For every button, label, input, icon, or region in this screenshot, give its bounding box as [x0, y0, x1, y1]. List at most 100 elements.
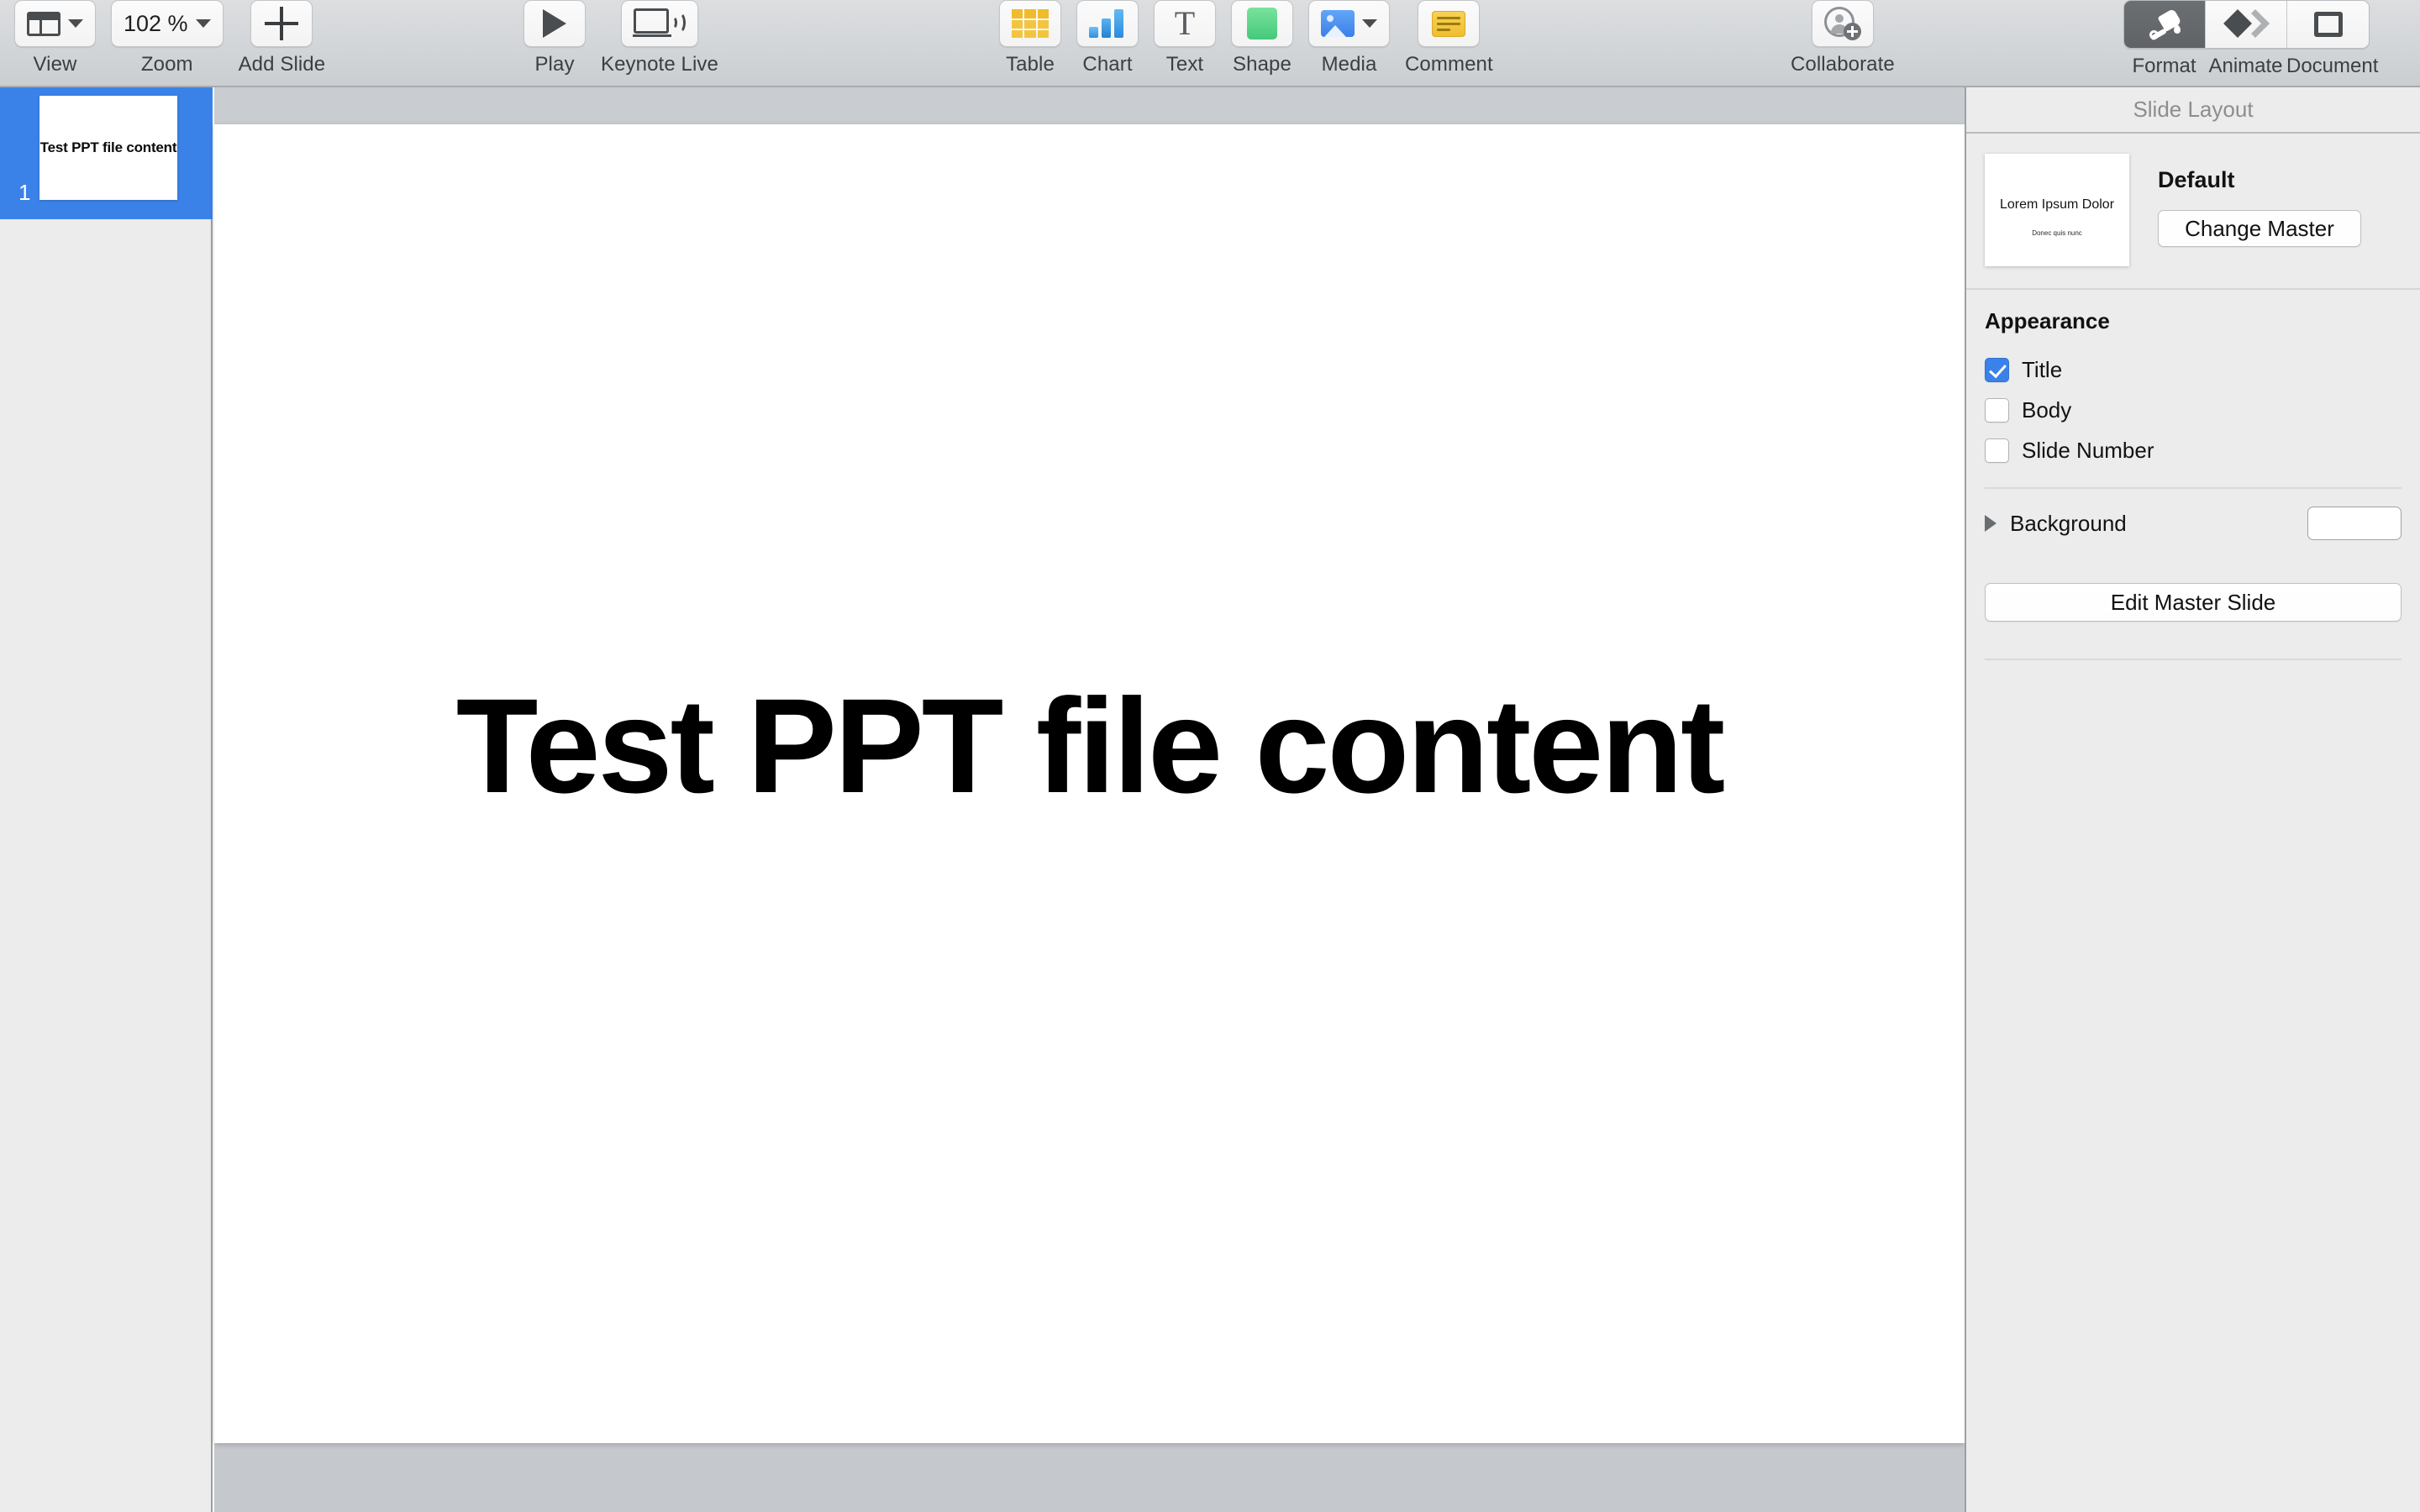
slide-master-block: Lorem Ipsum Dolor Donec quis nunc Defaul… [1966, 134, 2420, 290]
appearance-heading: Appearance [1985, 308, 2110, 333]
document-button[interactable] [2287, 1, 2369, 48]
collaborate-tool: Collaborate [1791, 0, 1895, 76]
text-label: Text [1165, 53, 1204, 76]
chart-button[interactable] [1076, 0, 1139, 47]
comment-label: Comment [1405, 53, 1493, 76]
edit-master-slide-button[interactable]: Edit Master Slide [1985, 583, 2402, 622]
master-thumbnail-title: Lorem Ipsum Dolor [1999, 197, 2115, 212]
comment-note-icon [1432, 10, 1466, 37]
disclosure-triangle-icon[interactable] [1985, 515, 1996, 532]
keynote-window: View 102 % Zoom Add Slide Play Keynote L… [0, 0, 2420, 1512]
toolbar-play-group: Play Keynote Live [516, 0, 726, 87]
shape-tool: Shape [1231, 0, 1293, 76]
master-name: Default [2158, 167, 2235, 192]
chevron-down-icon [68, 19, 83, 28]
zoom-tool: 102 % Zoom [111, 0, 224, 76]
add-person-icon [1823, 7, 1861, 40]
format-inspector-panel: Slide Layout Lorem Ipsum Dolor Donec qui… [1965, 87, 2420, 1512]
edit-master-wrap: Edit Master Slide [1966, 544, 2420, 622]
slide-thumbnail-text: Test PPT file content [39, 139, 177, 155]
appearance-option-title[interactable]: Title [1985, 349, 2402, 390]
animate-label: Animate [2208, 55, 2283, 77]
table-button[interactable] [999, 0, 1061, 47]
slide-thumbnail[interactable]: Test PPT file content [39, 96, 177, 200]
body-checkbox[interactable] [1985, 397, 2009, 423]
bar-chart-icon [1089, 9, 1126, 38]
plus-icon [265, 7, 299, 40]
collaborate-button[interactable] [1811, 0, 1874, 47]
slide-canvas[interactable]: Test PPT file content [214, 124, 1965, 1443]
paintbrush-icon [2149, 8, 2182, 41]
play-button[interactable] [523, 0, 586, 47]
shape-label: Shape [1233, 53, 1292, 76]
change-master-button[interactable]: Change Master [2158, 210, 2361, 247]
slide-navigator[interactable]: Test PPT file content 1 [0, 87, 213, 1512]
main-toolbar: View 102 % Zoom Add Slide Play Keynote L… [0, 0, 2420, 87]
slide-title-text[interactable]: Test PPT file content [214, 679, 1965, 813]
view-tool: View [14, 0, 96, 76]
comment-tool: Comment [1405, 0, 1493, 76]
document-square-icon [2313, 12, 2343, 37]
master-thumbnail[interactable]: Lorem Ipsum Dolor Donec quis nunc [1985, 154, 2129, 266]
table-icon [1012, 9, 1049, 38]
zoom-button[interactable]: 102 % [111, 0, 224, 47]
media-tool: Media [1308, 0, 1390, 76]
play-label: Play [534, 53, 575, 76]
shape-button[interactable] [1231, 0, 1293, 47]
collaborate-label: Collaborate [1791, 53, 1895, 76]
appearance-option-body[interactable]: Body [1985, 390, 2402, 430]
inspector-segmented-control [2123, 0, 2370, 49]
comment-button[interactable] [1418, 0, 1481, 47]
view-label: View [33, 53, 77, 76]
add-slide-button[interactable] [250, 0, 313, 47]
background-row[interactable]: Background [1966, 489, 2420, 544]
media-photo-icon [1321, 10, 1355, 37]
play-icon [543, 9, 566, 38]
slide-number-checkbox-label: Slide Number [2022, 437, 2154, 463]
broadcast-display-icon [632, 8, 686, 39]
slide-canvas-area[interactable]: Test PPT file content [214, 87, 1965, 1512]
zoom-value: 102 % [124, 10, 188, 36]
text-t-icon: T [1174, 4, 1196, 42]
view-button[interactable] [14, 0, 96, 47]
animate-button[interactable] [2206, 1, 2287, 48]
master-thumbnail-subtitle: Donec quis nunc [2032, 229, 2082, 237]
background-label: Background [2010, 510, 2127, 536]
appearance-option-slide-number[interactable]: Slide Number [1985, 430, 2402, 470]
zoom-label: Zoom [140, 53, 193, 76]
background-color-well[interactable] [2307, 507, 2402, 540]
shape-square-icon [1247, 8, 1277, 39]
body-checkbox-label: Body [2022, 396, 2072, 423]
title-checkbox-label: Title [2022, 356, 2063, 382]
chart-tool: Chart [1076, 0, 1139, 76]
inspector-title: Slide Layout [2133, 97, 2254, 122]
keynote-live-label: Keynote Live [601, 53, 718, 76]
slide-navigator-item-1[interactable]: Test PPT file content 1 [0, 87, 213, 219]
lower-divider [1985, 659, 2402, 660]
appearance-section: Appearance Title Body Slide Number [1966, 290, 2420, 470]
media-label: Media [1321, 53, 1377, 76]
chart-label: Chart [1082, 53, 1133, 76]
slide-number-checkbox[interactable] [1985, 438, 2009, 463]
keynote-live-button[interactable] [620, 0, 698, 47]
table-tool: Table [999, 0, 1061, 76]
toolbar-collaborate-group: Collaborate [1783, 0, 1902, 87]
title-checkbox[interactable] [1985, 357, 2009, 382]
play-tool: Play [523, 0, 586, 76]
slide-number: 1 [18, 180, 31, 205]
chevron-down-icon [195, 19, 211, 28]
toolbar-insert-group: Table Chart T Text Shape Media Comment [992, 0, 1501, 87]
window-layout-icon [27, 11, 60, 36]
table-label: Table [1006, 53, 1055, 76]
toolbar-inspector-group: Format Animate Document [2123, 0, 2379, 87]
add-slide-tool: Add Slide [239, 0, 326, 76]
media-button[interactable] [1308, 0, 1390, 47]
add-slide-label: Add Slide [238, 53, 326, 76]
text-button[interactable]: T [1154, 0, 1216, 47]
format-button[interactable] [2124, 1, 2206, 48]
animate-diamond-icon [2223, 9, 2270, 38]
keynote-live-tool: Keynote Live [601, 0, 718, 76]
chevron-down-icon [1362, 19, 1377, 28]
text-tool: T Text [1154, 0, 1216, 76]
document-label: Document [2286, 55, 2379, 77]
